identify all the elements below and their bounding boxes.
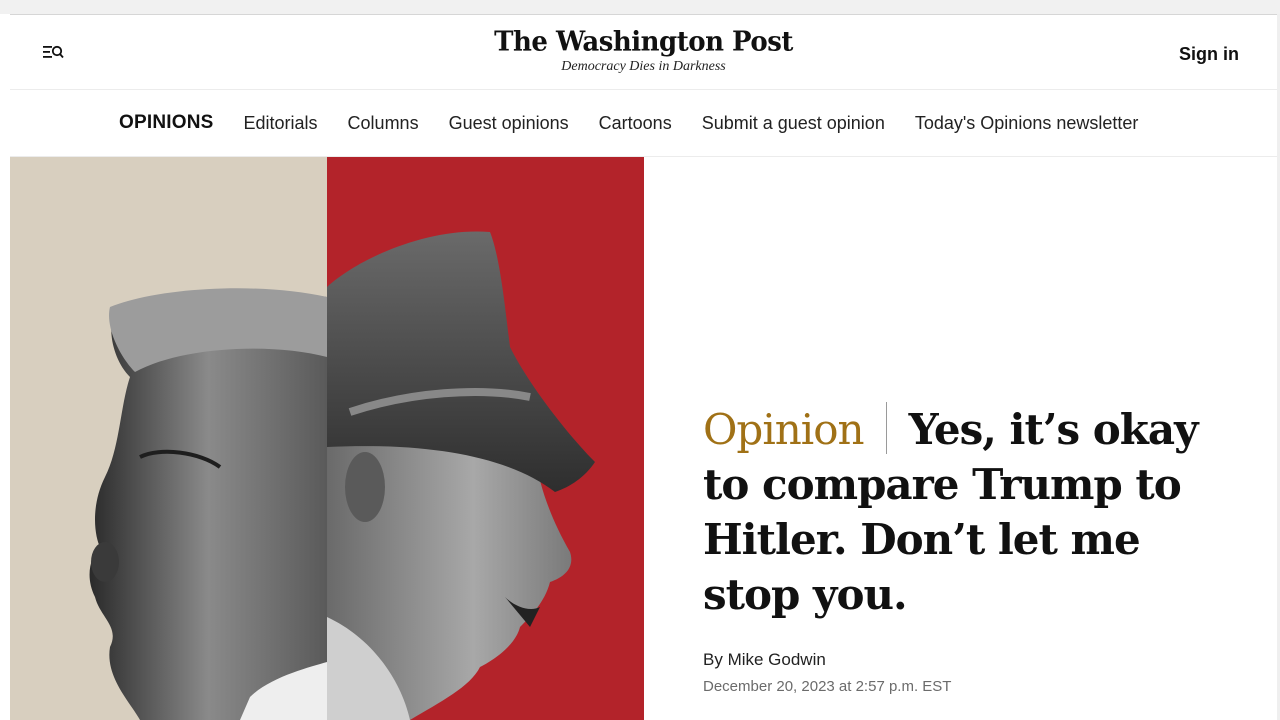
- browser-top-strip: [0, 0, 1280, 15]
- subnav-item-columns[interactable]: Columns: [348, 113, 419, 134]
- masthead: The Washington Post Democracy Dies in Da…: [10, 15, 1277, 90]
- brand: The Washington Post Democracy Dies in Da…: [10, 26, 1277, 75]
- subnav-item-cartoons[interactable]: Cartoons: [599, 113, 672, 134]
- opinion-kicker[interactable]: Opinion: [703, 405, 865, 454]
- left-profile-portrait: [89, 288, 327, 720]
- subnav-item-guest-opinions[interactable]: Guest opinions: [449, 113, 569, 134]
- opinions-subnav: OPINIONS Editorials Columns Guest opinio…: [10, 90, 1277, 157]
- sign-in-link[interactable]: Sign in: [1179, 44, 1239, 65]
- subnav-section-opinions[interactable]: OPINIONS: [119, 112, 214, 134]
- publish-date: December 20, 2023 at 2:57 p.m. EST: [703, 678, 952, 695]
- author-link[interactable]: Mike Godwin: [728, 650, 826, 669]
- article-headline[interactable]: Opinion Yes, it’s okay to compare Trump t…: [703, 402, 1223, 622]
- subnav-item-submit-guest-opinion[interactable]: Submit a guest opinion: [702, 113, 885, 134]
- subnav-item-editorials[interactable]: Editorials: [244, 113, 318, 134]
- site-logo[interactable]: The Washington Post: [10, 26, 1277, 58]
- hero-illustration: [10, 157, 644, 720]
- kicker-divider: [885, 402, 887, 454]
- article-headline-block: Opinion Yes, it’s okay to compare Trump t…: [703, 402, 1223, 622]
- byline-prefix: By: [703, 650, 728, 669]
- site-tagline: Democracy Dies in Darkness: [561, 59, 726, 74]
- left-margin: [0, 14, 10, 720]
- byline: By Mike Godwin: [703, 650, 826, 670]
- subnav-item-opinions-newsletter[interactable]: Today's Opinions newsletter: [915, 113, 1139, 134]
